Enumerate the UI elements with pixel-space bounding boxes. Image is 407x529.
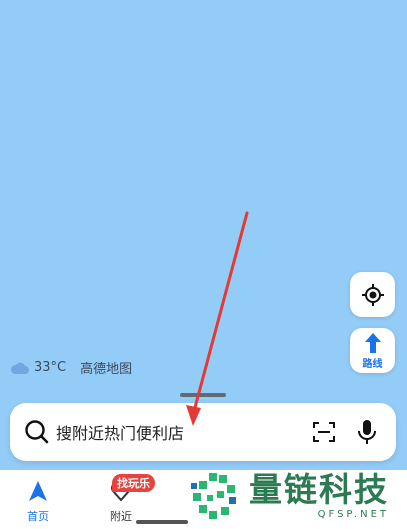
red-arrow-annotation	[186, 211, 249, 426]
